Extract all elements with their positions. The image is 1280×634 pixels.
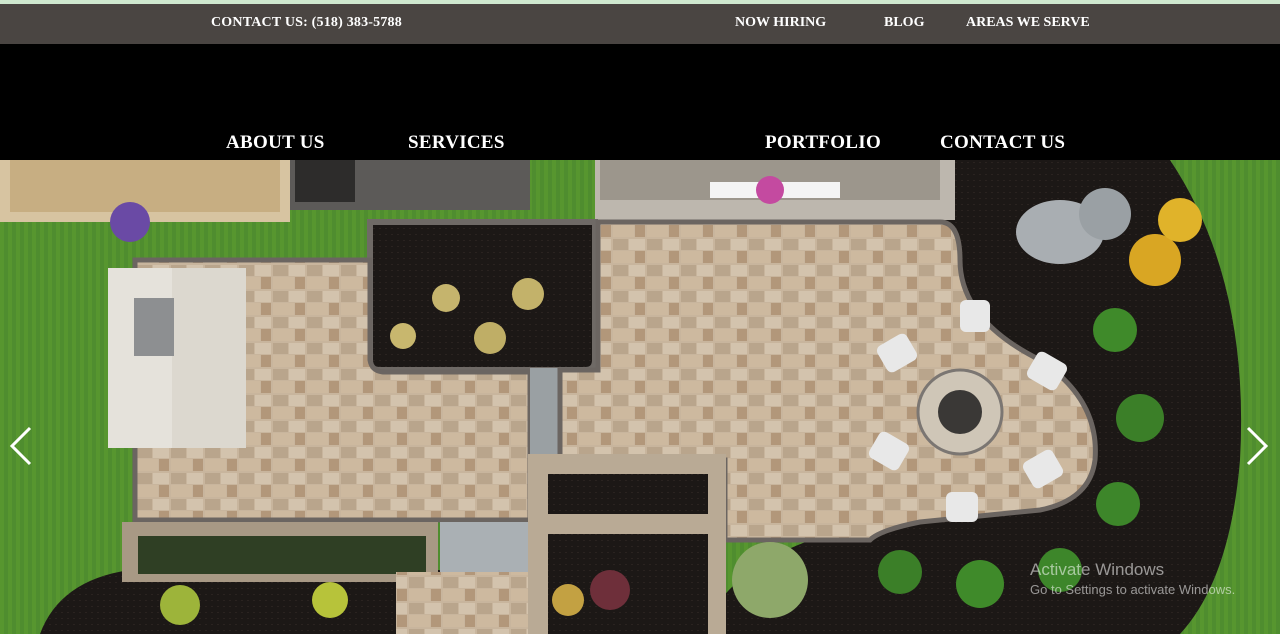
watermark-title: Activate Windows — [1030, 560, 1165, 579]
chevron-right-icon — [1246, 426, 1269, 466]
nav-portfolio[interactable]: PORTFOLIO — [765, 132, 881, 154]
nav-services[interactable]: SERVICES — [408, 132, 505, 154]
watermark-subtitle: Go to Settings to activate Windows. — [1030, 582, 1236, 597]
main-header: ABOUT US SERVICES PORTFOLIO CONTACT US — [0, 44, 1280, 160]
chevron-left-icon — [9, 426, 32, 466]
nav-contact-us[interactable]: CONTACT US — [940, 132, 1065, 154]
blog-link[interactable]: BLOG — [884, 15, 924, 31]
nav-about-us[interactable]: ABOUT US — [226, 132, 325, 154]
activate-windows-watermark: Activate Windows Go to Settings to activ… — [1030, 560, 1235, 597]
slider-prev-button[interactable] — [6, 424, 36, 468]
slider-next-button[interactable] — [1242, 424, 1272, 468]
utility-bar: CONTACT US: (518) 383-5788 NOW HIRING BL… — [0, 4, 1280, 44]
areas-we-serve-link[interactable]: AREAS WE SERVE — [966, 15, 1090, 31]
now-hiring-link[interactable]: NOW HIRING — [735, 15, 826, 31]
contact-phone-link[interactable]: CONTACT US: (518) 383-5788 — [211, 15, 402, 31]
